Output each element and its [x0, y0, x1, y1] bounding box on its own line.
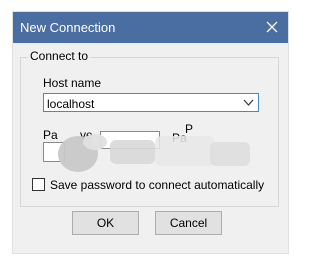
save-password-label[interactable]: Save password to connect automatically [50, 178, 264, 192]
host-name-value: localhost [47, 97, 95, 111]
group-label: Connect to [28, 49, 91, 63]
title-bar: New Connection [13, 12, 288, 43]
ok-button[interactable]: OK [72, 211, 139, 235]
save-password-checkbox[interactable] [32, 178, 45, 191]
window-title: New Connection [20, 20, 116, 35]
cancel-button[interactable]: Cancel [155, 211, 222, 235]
host-name-label: Host name [43, 76, 102, 90]
chevron-down-icon[interactable] [243, 98, 254, 107]
overlay-artifact [58, 134, 250, 172]
close-icon[interactable] [262, 17, 282, 37]
host-name-combobox[interactable]: localhost [43, 93, 259, 112]
